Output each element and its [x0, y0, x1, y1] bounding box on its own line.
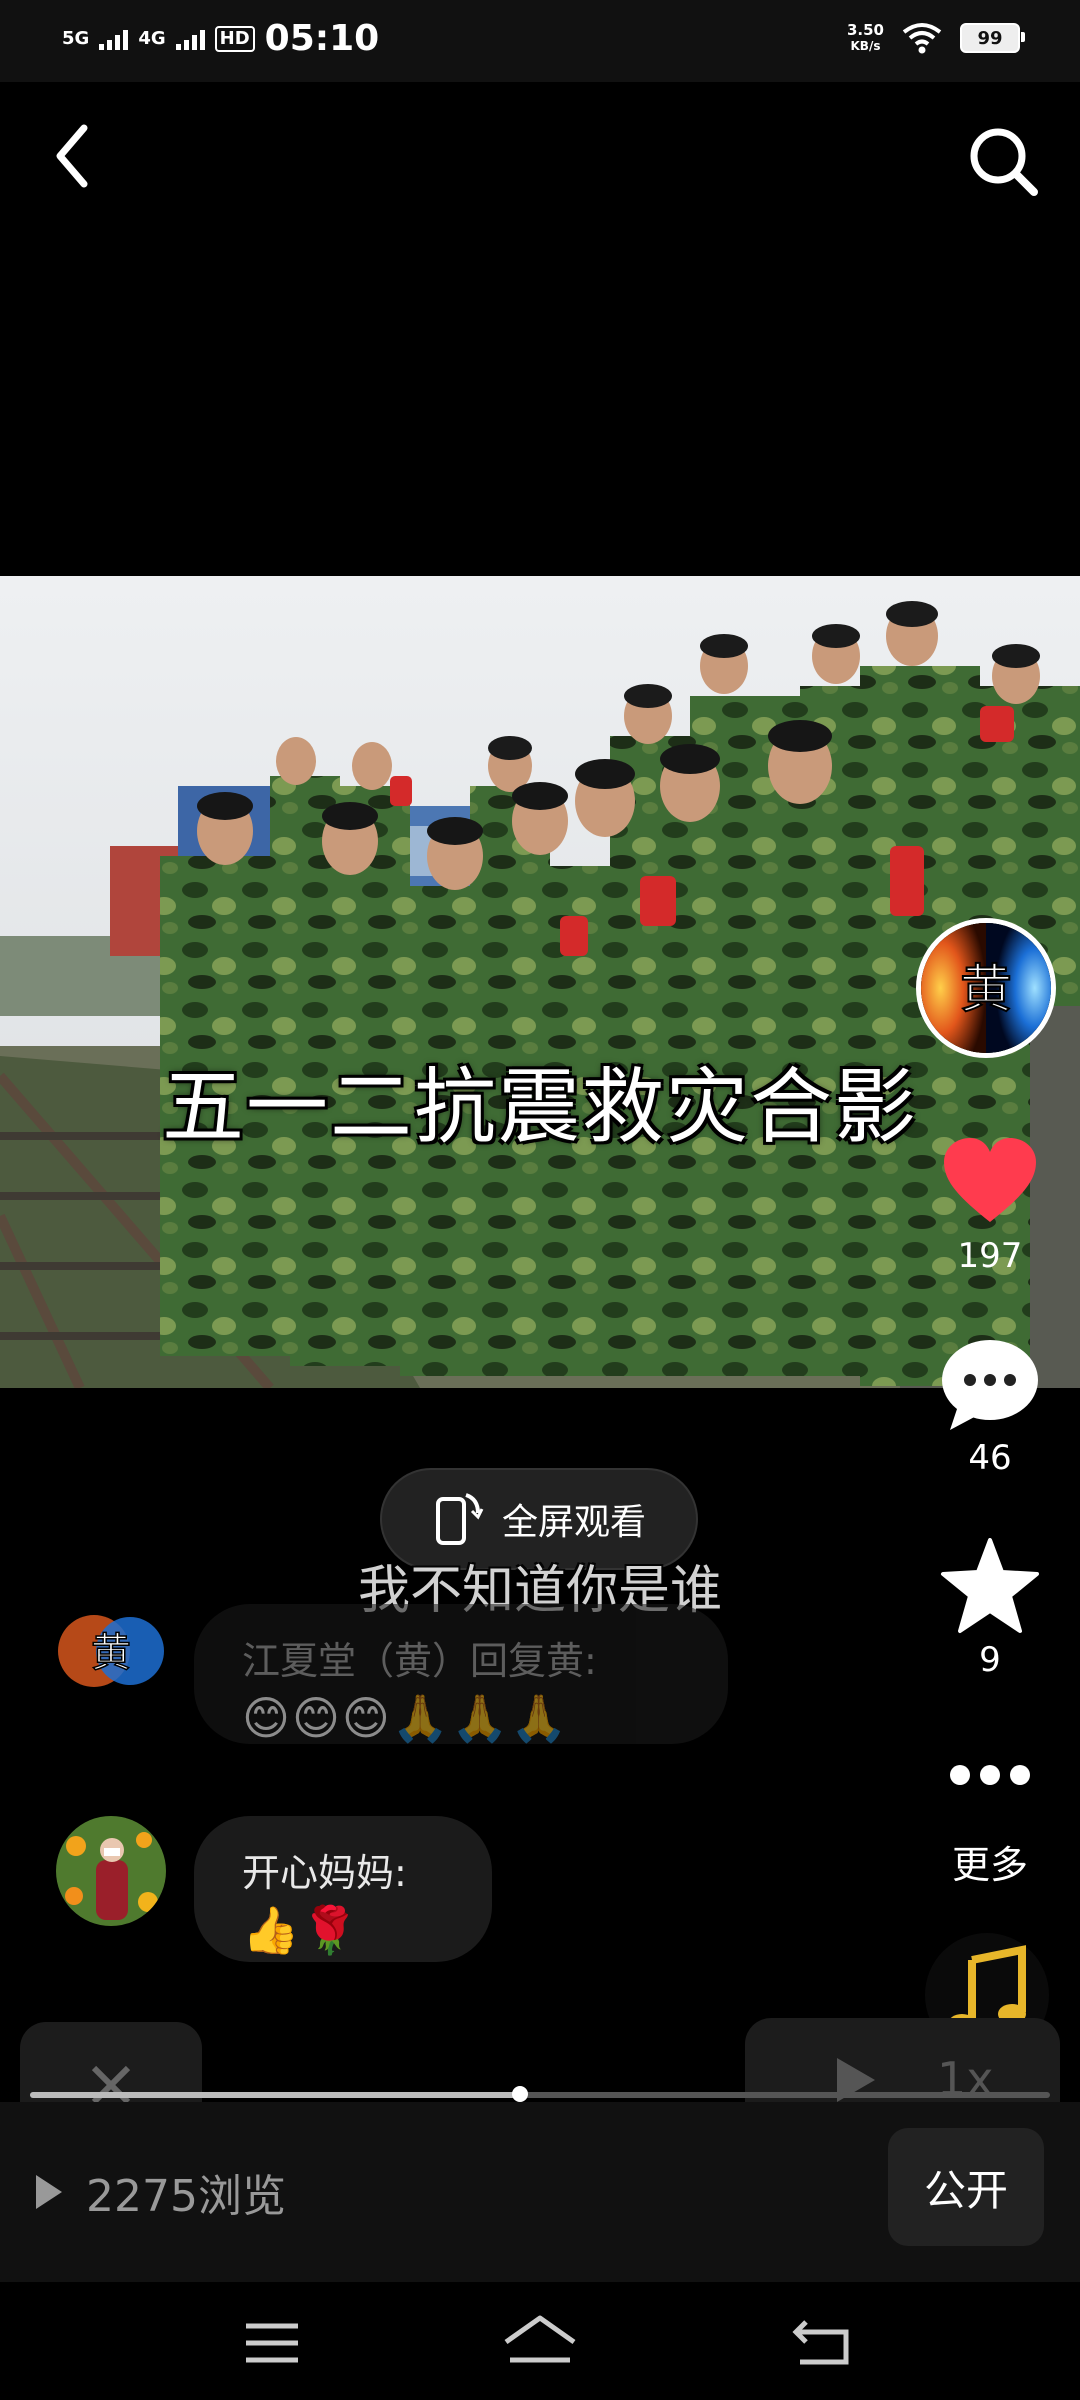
progress-fill: [30, 2092, 520, 2098]
comment-avatar[interactable]: 黄: [56, 1596, 166, 1706]
signal-icon: [99, 28, 129, 50]
heart-icon: [944, 1138, 1036, 1222]
clock: 05:10: [264, 18, 380, 59]
search-button[interactable]: [960, 110, 1050, 200]
back-nav-icon[interactable]: [792, 2316, 856, 2370]
back-button[interactable]: [40, 110, 110, 200]
views-count: 2275浏览: [34, 2160, 286, 2224]
photo-caption: 五一二抗震救灾合影: [161, 1060, 918, 1155]
playback-controls: 1x: [745, 2018, 1060, 2106]
net-speed-unit: KB/s: [850, 39, 881, 53]
more-button[interactable]: [930, 1760, 1050, 1790]
menu-icon[interactable]: [242, 2318, 302, 2368]
comment-button[interactable]: [930, 1336, 1050, 1432]
progress-thumb[interactable]: [511, 2086, 528, 2102]
fullscreen-label: 全屏观看: [501, 1502, 646, 1543]
comment-bubble[interactable]: 江夏堂（黄）回复黄: 😊😊😊🙏🙏🙏: [194, 1604, 728, 1745]
close-button[interactable]: [20, 2022, 202, 2105]
comment-avatar[interactable]: [56, 1816, 166, 1926]
star-icon: [941, 1538, 1039, 1633]
battery-icon: 99: [960, 23, 1025, 53]
fire-ice-avatar-image: 黄: [56, 1596, 166, 1706]
favorite-count: 9: [979, 1640, 1001, 1680]
play-icon[interactable]: [815, 2018, 895, 2102]
more-dots-icon: [950, 1765, 1030, 1785]
home-icon[interactable]: [502, 2312, 578, 2368]
views-label: 2275浏览: [86, 2171, 286, 2222]
status-right: 3.50 KB/s 99: [847, 22, 1025, 54]
comment-count: 46: [968, 1438, 1012, 1478]
woman-flowers-avatar-image: [56, 1816, 166, 1926]
chevron-left-icon: [56, 124, 88, 188]
like-count: 197: [957, 1236, 1023, 1276]
status-bar: 5G 4G HD 05:10 3.50 KB/s 99: [0, 0, 1080, 82]
close-icon: [91, 2065, 131, 2105]
wifi-icon: [902, 23, 942, 54]
rotate-phone-icon: [435, 1493, 484, 1545]
hd-badge: HD: [214, 25, 255, 52]
comment-text: 👍🌹: [242, 1903, 361, 1957]
net-speed-value: 3.50: [846, 21, 884, 39]
network-4g-label: 4G: [138, 27, 166, 49]
more-label: 更多: [951, 1843, 1028, 1887]
favorite-button[interactable]: [930, 1538, 1050, 1634]
like-button[interactable]: [930, 1136, 1050, 1226]
search-icon: [970, 128, 1038, 196]
status-left: 5G 4G HD 05:10: [62, 18, 379, 59]
comment-author: 开心妈妈:: [242, 1851, 407, 1895]
system-nav-bar: [0, 2282, 1080, 2400]
author-avatar[interactable]: 黄: [916, 918, 1056, 1058]
comment-bubble[interactable]: 开心妈妈: 👍🌹: [194, 1816, 492, 1962]
comment-avatar-char: 黄: [91, 1630, 131, 1676]
comment-author: 江夏堂（黄）回复黄:: [242, 1639, 597, 1683]
comment-bubble-icon: [942, 1340, 1038, 1430]
comment-text: 😊😊😊🙏🙏🙏: [242, 1691, 570, 1745]
play-small-icon: [36, 2175, 62, 2209]
net-speed: 3.50 KB/s: [847, 22, 884, 54]
fire-ice-avatar-image: 黄: [921, 923, 1051, 1053]
signal-icon-2: [175, 28, 205, 50]
avatar-char: 黄: [960, 960, 1012, 1020]
public-button[interactable]: 公开: [888, 2128, 1044, 2246]
network-5g-label: 5G: [62, 27, 90, 49]
